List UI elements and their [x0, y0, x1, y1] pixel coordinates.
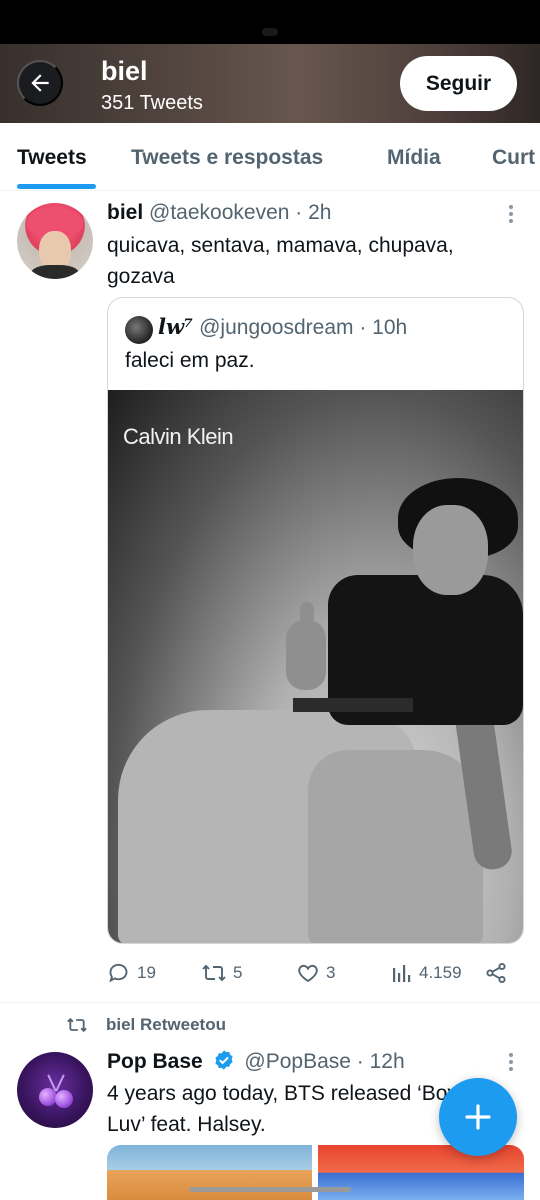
share-icon: [486, 962, 506, 984]
profile-name: biel: [101, 56, 148, 86]
author-handle-time: @taekookeven · 2h: [149, 201, 332, 224]
avatar[interactable]: [17, 1052, 93, 1128]
retweet-button[interactable]: 5: [201, 958, 242, 988]
quote-text: faleci em paz.: [125, 349, 255, 372]
tab-likes[interactable]: Curt: [492, 146, 535, 170]
quoted-tweet[interactable]: lw⁷ @jungoosdream · 10h faleci em paz. C…: [107, 297, 524, 944]
tweet-divider: [0, 1002, 540, 1003]
profile-tabs: Tweets Tweets e respostas Mídia Curt: [0, 123, 540, 191]
quote-author-name: lw⁷: [158, 314, 194, 339]
tab-tweets-and-replies[interactable]: Tweets e respostas: [131, 146, 323, 170]
retweet-count: 5: [233, 963, 243, 982]
quote-avatar: [125, 316, 153, 344]
camera-cutout: [262, 28, 278, 36]
profile-header: biel 351 Tweets Seguir: [0, 44, 540, 123]
retweet-label: biel Retweetou: [106, 1015, 226, 1034]
back-arrow-icon: [31, 74, 49, 92]
views-count: 4.159: [419, 963, 462, 982]
share-button[interactable]: [484, 958, 508, 988]
tab-tweets[interactable]: Tweets: [17, 146, 87, 170]
tweet-header: Pop Base @PopBase · 12h: [107, 1049, 405, 1074]
follow-button[interactable]: Seguir: [400, 56, 517, 111]
tweet-text: quicava, sentava, mamava, chupava, gozav…: [107, 234, 454, 288]
quote-media-image[interactable]: Calvin Klein: [108, 390, 523, 943]
views-icon: [393, 965, 411, 982]
like-icon: [298, 964, 318, 983]
retweet-icon: [202, 964, 226, 982]
retweet-icon: [67, 1017, 87, 1033]
quote-handle-time: @jungoosdream · 10h: [199, 316, 408, 339]
quote-header: lw⁷ @jungoosdream · 10h: [158, 314, 407, 340]
media-brand-text: Calvin Klein: [123, 424, 234, 449]
more-icon[interactable]: [508, 1053, 514, 1075]
reply-icon: [109, 963, 128, 983]
back-button[interactable]: [17, 60, 63, 106]
tweet-actions: 19 5 3 4.159: [107, 958, 517, 988]
home-indicator[interactable]: [189, 1187, 351, 1192]
reply-count: 19: [137, 963, 156, 982]
views-button[interactable]: 4.159: [391, 958, 462, 988]
verified-icon: [214, 1050, 233, 1070]
reply-button[interactable]: 19: [107, 958, 156, 988]
like-button[interactable]: 3: [296, 958, 335, 988]
like-count: 3: [326, 963, 336, 982]
author-handle-time: @PopBase · 12h: [244, 1050, 405, 1073]
tab-media[interactable]: Mídia: [387, 146, 441, 170]
status-bar: [0, 0, 540, 44]
compose-tweet-button[interactable]: [439, 1078, 517, 1156]
plus-icon: [465, 1104, 491, 1130]
active-tab-indicator: [17, 184, 96, 189]
author-name[interactable]: biel: [107, 201, 143, 224]
avatar[interactable]: [17, 203, 93, 279]
tweet-count: 351 Tweets: [101, 92, 203, 114]
author-name[interactable]: Pop Base: [107, 1050, 203, 1073]
tweet-header: biel @taekookeven · 2h: [107, 201, 331, 225]
more-icon[interactable]: [508, 205, 514, 227]
retweet-context: biel Retweetou: [66, 1015, 226, 1035]
